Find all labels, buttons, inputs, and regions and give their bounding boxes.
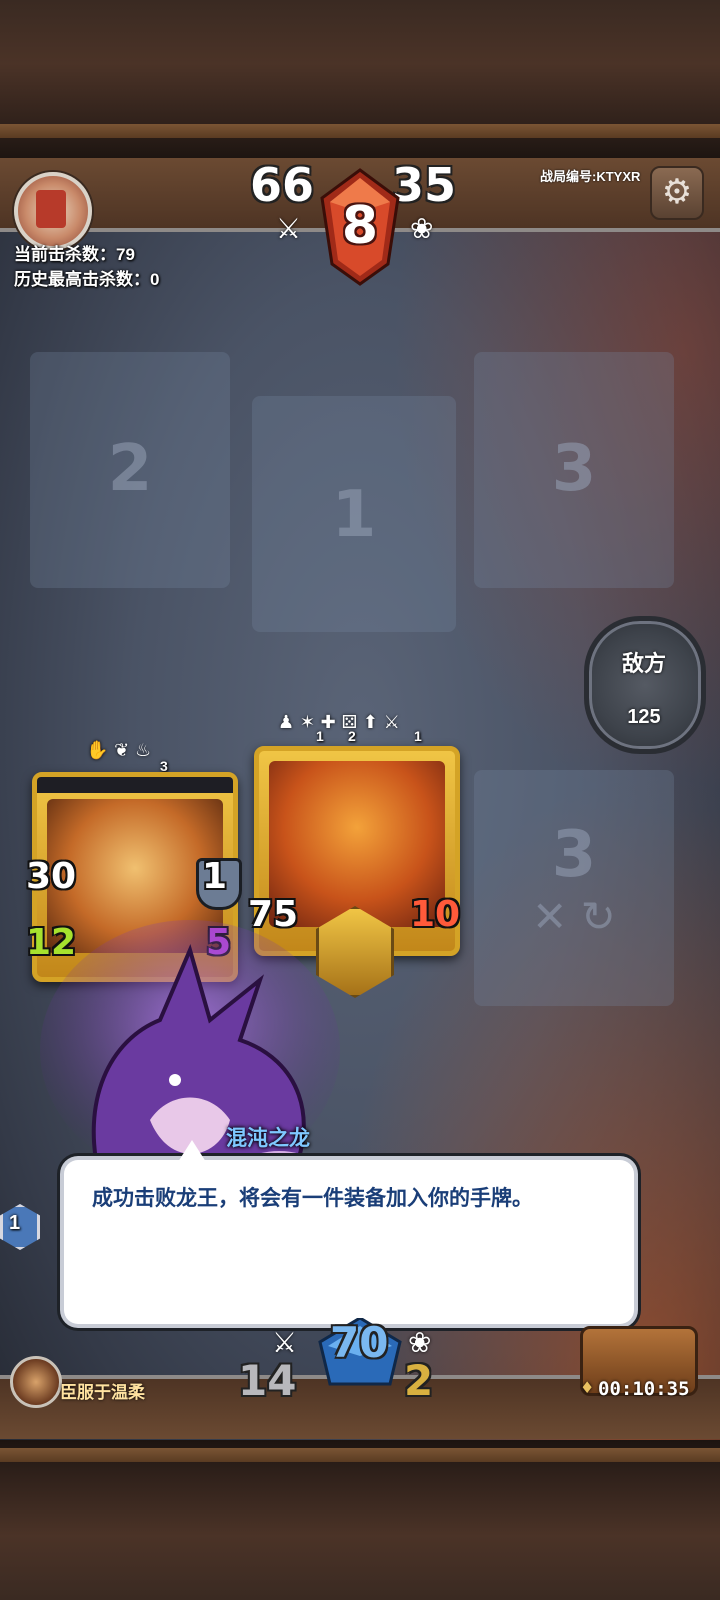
- slot-3[interactable]: 3: [474, 352, 674, 588]
- sword-icon: ⚔: [276, 212, 302, 245]
- player-attack-value: 14: [238, 1356, 297, 1405]
- sword-icon: ⚔: [272, 1326, 298, 1359]
- match-timer: 00:10:35: [598, 1378, 690, 1400]
- slot-2[interactable]: 2: [30, 352, 230, 588]
- dialogue-tail: [178, 1140, 206, 1162]
- speaker-name: 混沌之龙: [226, 1127, 310, 1150]
- slot-1[interactable]: 1: [252, 396, 456, 632]
- best-kill-count: 历史最高击杀数：0: [14, 270, 160, 289]
- slot-3-lower[interactable]: 3 ✕ ↻: [474, 770, 674, 1006]
- ability-count-1: 1: [316, 728, 324, 744]
- opponent-attack-value: 66: [250, 158, 315, 212]
- samurai-ability-icons: ♟ ✶ ✚ ⚄ ⬆ ⚔: [278, 712, 400, 733]
- opponent-avatar[interactable]: [14, 172, 92, 250]
- ability-count-2: 2: [348, 728, 356, 744]
- slot-number: 3: [551, 818, 597, 892]
- card-attack: 30: [26, 856, 77, 897]
- slot-number: 2: [107, 432, 153, 506]
- paw-icon: ❀: [410, 212, 434, 245]
- player-name: 臣服于温柔: [60, 1383, 145, 1402]
- bow-and-hook-icon: ✕ ↻: [532, 892, 616, 941]
- paw-icon: ❀: [408, 1326, 432, 1359]
- enemy-count: 125: [627, 706, 661, 728]
- bottom-wood-frame: [0, 1440, 720, 1600]
- level-badge: 1: [9, 1212, 21, 1234]
- bell-icon: ♦: [580, 1378, 595, 1397]
- ability-count-3: 1: [414, 728, 422, 744]
- card-header-strip: [37, 777, 233, 793]
- card-armor: 1: [202, 856, 228, 897]
- dialogue-text: 成功击败龙王，将会有一件装备加入你的手牌。: [92, 1187, 533, 1210]
- slot-number: 3: [551, 432, 597, 506]
- card-ability-icons: ✋ ❦ ♨: [86, 740, 152, 761]
- player-gem-value: 70: [330, 1318, 389, 1367]
- top-wood-frame: [0, 0, 720, 160]
- player-avatar[interactable]: [10, 1356, 62, 1408]
- enemy-label: 敌方: [621, 651, 666, 676]
- settings-button[interactable]: ⚙: [650, 166, 704, 220]
- enemy-deck-button[interactable]: [584, 616, 706, 754]
- card-damage: 10: [410, 894, 461, 935]
- slot-number: 1: [331, 478, 377, 552]
- current-kill-count: 当前击杀数：79: [14, 245, 135, 264]
- gear-icon: ⚙: [661, 172, 693, 212]
- player-health-value: 2: [404, 1356, 434, 1405]
- match-id: 战局编号:KTYXR: [540, 169, 641, 184]
- turn-gem-value: 8: [341, 196, 379, 256]
